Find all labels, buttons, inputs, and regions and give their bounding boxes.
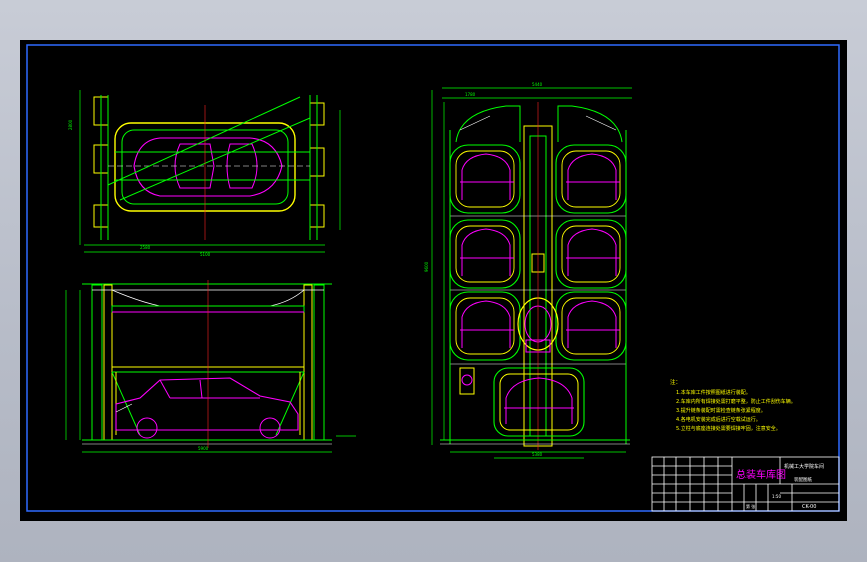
dim-right-inner: 1780 [465, 92, 476, 97]
scale-label: 1:50 [772, 494, 781, 499]
cad-drawing-viewport[interactable]: 5100 2580 2800 5900 5440 1780 9600 5380 … [20, 40, 847, 521]
dim-right-total: 5440 [532, 82, 543, 87]
dim-top-width: 5100 [200, 252, 211, 257]
note-4: 4.各电机安装完成后进行空载试运行。 [676, 416, 761, 423]
front-view [431, 87, 632, 459]
elevation-view [65, 280, 356, 453]
plan-view [79, 90, 341, 253]
dim-right-bottom: 5380 [532, 452, 543, 457]
notes-heading: 注： [670, 378, 681, 386]
dim-top-left: 2580 [140, 245, 151, 250]
note-3: 3.提升链条装配时需检查链条张紧程度。 [676, 407, 766, 414]
material-label: 装配图纸 [794, 476, 812, 483]
institution-label: 机械工大学院车间 [784, 463, 824, 470]
cad-canvas[interactable]: 5100 2580 2800 5900 5440 1780 9600 5380 … [20, 40, 847, 521]
drawing-number: CK-00 [802, 504, 816, 510]
note-1: 1.本车库工件按照图纸进行装配。 [676, 389, 751, 396]
dim-bottom-width: 5900 [198, 446, 209, 451]
note-2: 2.车库内所有焊接处需打磨平整，防止工件刮伤车辆。 [676, 398, 796, 405]
drawing-border [26, 44, 840, 512]
dim-right-height: 9600 [424, 261, 429, 272]
note-5: 5.立柱与底座连接处需要焊接牢固，注意安全。 [676, 425, 781, 432]
dim-side-height: 2800 [68, 119, 73, 130]
sheet-label: 第 张 [746, 503, 755, 509]
drawing-title: 总装车库图 [736, 468, 786, 481]
